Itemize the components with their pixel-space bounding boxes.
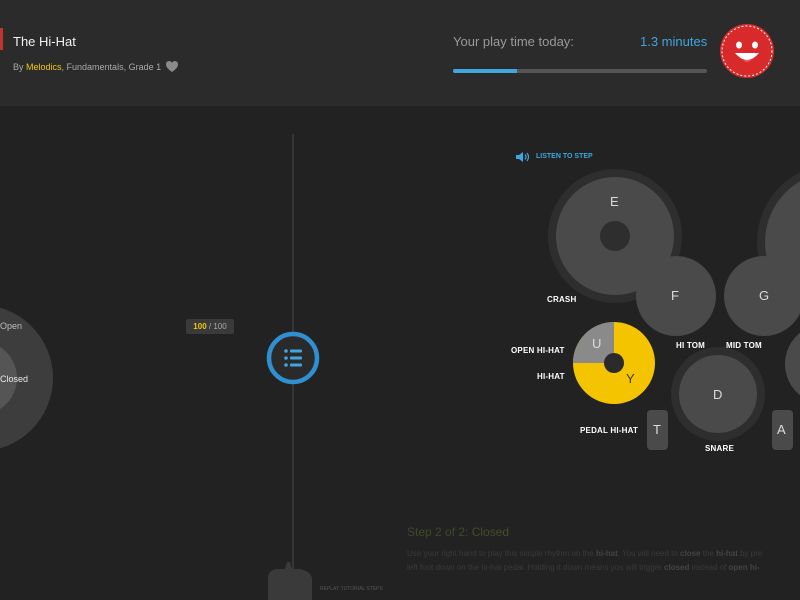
play-time-progress-fill [453, 69, 517, 73]
pedal-hihat-key-letter: T [653, 422, 661, 437]
speaker-icon [516, 152, 530, 162]
instr-text: the [700, 549, 717, 558]
play-time-progress-bar [453, 69, 707, 73]
score-total: 100 [213, 322, 227, 331]
listen-to-step-label: LISTEN TO STEP [536, 153, 593, 160]
instr-bold: hi-hat [716, 549, 738, 558]
hihat-label: HI-HAT [537, 372, 565, 381]
hi-tom-key: F [671, 288, 679, 303]
crash-label: CRASH [547, 295, 577, 304]
favorite-heart-icon[interactable] [165, 60, 179, 73]
instr-text: Use your right hand to play this simple … [407, 549, 596, 558]
instr-text: instead of [689, 563, 729, 572]
instr-bold: hi-hat [595, 549, 618, 558]
instr-bold: close [680, 549, 701, 558]
step-heading: Step 2 of 2: Closed [407, 525, 509, 539]
open-hihat-label: OPEN HI-HAT [511, 346, 565, 355]
play-area-graphics [0, 134, 800, 600]
step-instructions: Use your right hand to play this simple … [407, 547, 800, 575]
lesson-byline: By Melodics, Fundamentals, Grade 1 [13, 62, 161, 72]
hihat-center [604, 353, 624, 373]
hi-tom-label: HI TOM [676, 341, 706, 350]
replay-tutorial-button[interactable]: REPLAY TUTORIAL STEPS [320, 586, 383, 592]
lesson-title: The Hi-Hat [13, 34, 76, 49]
score-current: 100 [193, 322, 207, 331]
play-time-label: Your play time today: [453, 34, 574, 49]
hihat-key: Y [626, 371, 635, 386]
byline-brand-link[interactable]: Melodics [26, 62, 62, 72]
step-counter: Step 2 of 2: [407, 525, 469, 539]
instr-text: . You will need to [617, 549, 681, 558]
step-name: Closed [471, 525, 510, 539]
byline-details: , Fundamentals, Grade 1 [61, 62, 162, 72]
mid-tom-label: MID TOM [726, 341, 762, 350]
instr-bold: closed [664, 563, 690, 572]
play-time-value: 1.3 minutes [640, 34, 708, 49]
instr-bold: open hi- [728, 563, 760, 572]
mid-tom-key: G [759, 288, 770, 303]
byline-prefix: By [13, 62, 27, 72]
crash-pad-bell [600, 221, 630, 251]
pedal-hihat-label: PEDAL HI-HAT [580, 426, 639, 435]
play-area: Open Closed 100 / 100 LISTEN TO STEP E C… [0, 106, 800, 600]
step-menu-button[interactable] [266, 331, 320, 385]
crash-key: E [610, 194, 619, 209]
lesson-header: The Hi-Hat By Melodics, Fundamentals, Gr… [0, 0, 800, 106]
listen-to-step-button[interactable]: LISTEN TO STEP [515, 150, 593, 164]
note-label-closed: Closed [0, 374, 29, 384]
open-hihat-key: U [592, 336, 602, 351]
kick-key-letter: A [777, 422, 786, 437]
snare-label: SNARE [705, 444, 735, 453]
snare-key: D [713, 387, 723, 402]
instr-text: by pre [737, 549, 763, 558]
note-label-open: Open [0, 321, 23, 331]
score-badge: 100 / 100 [186, 319, 234, 334]
user-avatar[interactable] [719, 23, 775, 79]
controller-icon [268, 562, 312, 600]
floor-tom-pad [785, 332, 800, 396]
instr-text: left foot down on the hi-hat pedal. Hold… [407, 563, 665, 572]
header-accent-bar [0, 28, 3, 50]
